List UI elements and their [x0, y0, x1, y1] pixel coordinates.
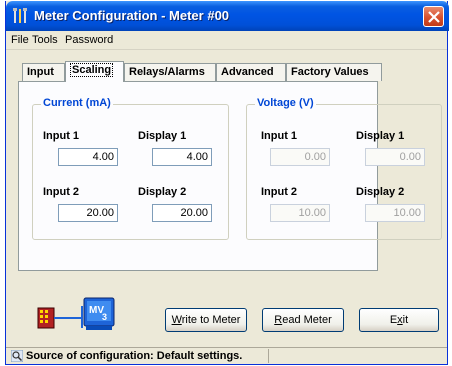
voltage-display1-label: Display 1: [356, 130, 405, 142]
tab-factory-values[interactable]: Factory Values: [286, 63, 382, 81]
tab-scaling[interactable]: Scaling: [65, 61, 124, 82]
status-bar: Source of configuration: Default setting…: [6, 347, 447, 364]
menu-bar: File Tools Password: [6, 31, 447, 50]
read-meter-button[interactable]: Read Meter: [262, 308, 344, 332]
voltage-display1-field: 0.00: [365, 148, 425, 166]
menu-password[interactable]: Password: [65, 34, 113, 46]
tools-icon: [13, 8, 27, 23]
write-to-meter-button[interactable]: Write to Meter: [165, 308, 247, 332]
current-group-title: Current (mA): [41, 97, 113, 109]
voltage-input2-label: Input 2: [261, 186, 298, 198]
current-display2-label: Display 2: [138, 186, 187, 198]
title-bar[interactable]: Meter Configuration - Meter #00: [6, 1, 449, 31]
current-input1-label: Input 1: [43, 130, 80, 142]
voltage-group: Voltage (V) Input 1 0.00 Display 1 0.00 …: [246, 97, 442, 240]
meter-icon-sub: 3: [102, 312, 107, 322]
current-display1-label: Display 1: [138, 130, 187, 142]
current-group: Current (mA) Input 1 4.00 Display 1 4.00…: [32, 97, 229, 240]
magnifier-icon: [11, 350, 23, 362]
status-text: Source of configuration: Default setting…: [26, 350, 243, 362]
tab-advanced[interactable]: Advanced: [216, 63, 286, 81]
current-input2-field[interactable]: 20.00: [58, 204, 118, 222]
voltage-input1-field: 0.00: [270, 148, 330, 166]
meter-connection-icon: MV 3: [37, 297, 115, 330]
voltage-input2-field: 10.00: [270, 204, 330, 222]
voltage-input1-label: Input 1: [261, 130, 298, 142]
current-input1-field[interactable]: 4.00: [58, 148, 118, 166]
current-display1-field[interactable]: 4.00: [152, 148, 212, 166]
tab-input[interactable]: Input: [22, 63, 65, 81]
close-icon: [428, 11, 440, 23]
menu-file[interactable]: File: [11, 34, 29, 46]
menu-tools[interactable]: Tools: [32, 34, 58, 46]
window-title: Meter Configuration - Meter #00: [34, 8, 230, 23]
scaling-panel: Current (mA) Input 1 4.00 Display 1 4.00…: [18, 81, 442, 271]
exit-button[interactable]: Exit: [359, 308, 439, 332]
voltage-display2-label: Display 2: [356, 186, 405, 198]
voltage-group-title: Voltage (V): [255, 97, 316, 109]
main-window: Meter Configuration - Meter #00 File Too…: [5, 1, 449, 365]
status-divider: [268, 349, 269, 363]
current-display2-field[interactable]: 20.00: [152, 204, 212, 222]
close-button[interactable]: [423, 6, 444, 27]
tab-relays-alarms[interactable]: Relays/Alarms: [124, 63, 216, 81]
voltage-display2-field: 10.00: [365, 204, 425, 222]
current-input2-label: Input 2: [43, 186, 80, 198]
